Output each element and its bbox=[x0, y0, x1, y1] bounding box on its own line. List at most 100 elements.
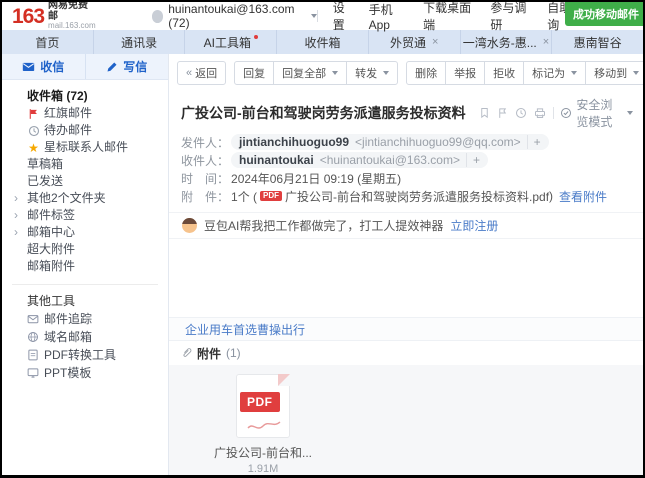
sidebar-item-mail-labels[interactable]: ›邮件标签 bbox=[2, 207, 168, 224]
receive-mail-icon bbox=[22, 60, 35, 73]
sidebar-item-sent[interactable]: 已发送 bbox=[2, 173, 168, 190]
sidebar-item-mail-center[interactable]: ›邮箱中心 bbox=[2, 224, 168, 241]
compose-row: 收信 写信 bbox=[2, 54, 168, 80]
ppt-template-icon bbox=[27, 367, 39, 379]
tab-mail-huinan[interactable]: 惠南智谷 bbox=[552, 30, 643, 54]
mail-app-window: 163 网易免费邮 mail.163.com huinantoukai@163.… bbox=[0, 0, 645, 478]
printer-icon[interactable] bbox=[534, 107, 546, 119]
clock-icon[interactable] bbox=[515, 107, 527, 119]
sidebar-item-mail-attachments[interactable]: 邮箱附件 bbox=[2, 258, 168, 275]
reply-all-button[interactable]: 回复全部 bbox=[273, 61, 347, 85]
account-menu[interactable]: huinantoukai@163.com (72) bbox=[152, 2, 317, 30]
header-divider bbox=[317, 10, 318, 22]
chevron-down-icon bbox=[383, 71, 389, 75]
netease-logo[interactable]: 163 网易免费邮 mail.163.com bbox=[12, 1, 96, 30]
other-tools-title: 其他工具 bbox=[2, 293, 168, 310]
nav-mobile-app[interactable]: 手机App bbox=[369, 1, 409, 32]
red-flag-icon bbox=[27, 107, 40, 120]
safe-browsing-mode[interactable]: 安全浏览模式 bbox=[560, 96, 633, 130]
sidebar-item-domain-mail[interactable]: 域名邮箱 bbox=[2, 328, 168, 346]
reply-button[interactable]: 回复 bbox=[234, 61, 274, 85]
mark-as-button[interactable]: 标记为 bbox=[523, 61, 586, 85]
pdf-badge: PDF bbox=[240, 392, 280, 412]
attachments-header: 附件 (1) bbox=[169, 340, 643, 365]
flag-icon[interactable] bbox=[497, 107, 508, 119]
sidebar-item-red-flag-mail[interactable]: 红旗邮件 bbox=[2, 105, 168, 122]
tab-ai-toolbox[interactable]: AI工具箱 bbox=[185, 30, 277, 54]
delete-button[interactable]: 删除 bbox=[406, 61, 446, 85]
logo-163: 163 bbox=[12, 6, 44, 27]
from-contact-chip[interactable]: jintianchihuoguo99 <jintianchihuoguo99@q… bbox=[231, 134, 549, 150]
sidebar-item-todo-mail[interactable]: 待办邮件 bbox=[2, 122, 168, 139]
pdf-thumbnail[interactable]: PDF bbox=[236, 374, 290, 438]
attachment-file-name-inline: 广投公司-前台和驾驶岗劳务派遣服务投标资料.pdf bbox=[285, 188, 549, 205]
sidebar-item-large-attachments[interactable]: 超大附件 bbox=[2, 241, 168, 258]
sidebar-item-pdf-converter[interactable]: PDF转换工具 bbox=[2, 346, 168, 364]
tab-inbox[interactable]: 收件箱 bbox=[277, 30, 369, 54]
subject-row: 广投公司-前台和驾驶岗劳务派遣服务投标资料 安全浏览模式 bbox=[169, 91, 643, 133]
forward-button[interactable]: 转发 bbox=[346, 61, 398, 85]
pdf-mini-badge: PDF bbox=[260, 191, 282, 202]
actions-button-group: 删除 举报 拒收 标记为 移动到 bbox=[406, 61, 645, 85]
double-chevron-left-icon: « bbox=[186, 67, 192, 79]
sidebar-divider bbox=[12, 284, 158, 285]
view-attachment-link[interactable]: 查看附件 bbox=[559, 188, 607, 205]
chevron-right-icon: › bbox=[14, 207, 18, 224]
add-contact-button[interactable]: + bbox=[466, 153, 480, 167]
tab-home[interactable]: 首页 bbox=[2, 30, 94, 54]
subject-action-icons bbox=[479, 107, 546, 119]
report-button[interactable]: 举报 bbox=[445, 61, 485, 85]
attachments-area: PDF 广投公司-前台和... 1.91M bbox=[169, 365, 643, 475]
back-button-group: «返回 bbox=[177, 61, 226, 85]
sidebar-item-ppt-templates[interactable]: PPT模板 bbox=[2, 364, 168, 382]
nav-desktop-download[interactable]: 下载桌面端 bbox=[423, 0, 475, 33]
attachment-file-name: 广投公司-前台和... bbox=[207, 444, 319, 461]
top-header: 163 网易免费邮 mail.163.com huinantoukai@163.… bbox=[2, 2, 643, 30]
write-mail-button[interactable]: 写信 bbox=[86, 54, 169, 79]
new-badge-dot bbox=[254, 35, 258, 39]
mail-tracking-icon bbox=[27, 313, 39, 325]
bookmark-icon[interactable] bbox=[479, 107, 490, 119]
banner-text: 豆包AI帮我把工作都做完了，打工人提效神器 bbox=[204, 217, 443, 234]
receive-mail-button[interactable]: 收信 bbox=[2, 54, 86, 79]
move-to-button[interactable]: 移动到 bbox=[585, 61, 645, 85]
tab-contacts[interactable]: 通讯录 bbox=[94, 30, 186, 54]
back-button[interactable]: «返回 bbox=[177, 61, 226, 85]
sidebar-item-mail-tracking[interactable]: 邮件追踪 bbox=[2, 310, 168, 328]
doubao-ai-banner: 豆包AI帮我把工作都做完了，打工人提效神器 立即注册 bbox=[169, 212, 643, 239]
tab-mail-yiwan[interactable]: 一湾水务-惠...× bbox=[461, 30, 553, 54]
attachment-file-size: 1.91M bbox=[207, 463, 319, 475]
chevron-down-icon bbox=[571, 71, 577, 75]
success-toast: 成功移动邮件 bbox=[565, 2, 643, 26]
nav-settings[interactable]: 设置 bbox=[333, 0, 354, 33]
attachment-card[interactable]: PDF 广投公司-前台和... 1.91M bbox=[207, 374, 319, 475]
logo-text-stack: 网易免费邮 mail.163.com bbox=[48, 1, 96, 30]
body-link-row: 企业用车首选曹操出行 bbox=[169, 317, 643, 340]
to-row: 收件人： huinantoukai <huinantoukai@163.com>… bbox=[181, 151, 643, 169]
doubao-avatar-icon bbox=[182, 218, 197, 233]
to-contact-chip[interactable]: huinantoukai <huinantoukai@163.com> + bbox=[231, 152, 488, 168]
sidebar-item-drafts[interactable]: 草稿箱 bbox=[2, 156, 168, 173]
pdf-document-icon bbox=[27, 349, 39, 361]
chevron-right-icon: › bbox=[14, 190, 18, 207]
sidebar-item-inbox[interactable]: 收件箱 (72) bbox=[2, 88, 168, 105]
sidebar-item-other-folders[interactable]: ›其他2个文件夹 bbox=[2, 190, 168, 207]
reject-button[interactable]: 拒收 bbox=[484, 61, 524, 85]
shield-circle-icon bbox=[560, 107, 572, 119]
account-email: huinantoukai@163.com (72) bbox=[168, 2, 303, 30]
attachment-summary-row: 附 件： 1个 ( PDF 广投公司-前台和驾驶岗劳务派遣服务投标资料.pdf … bbox=[181, 187, 643, 205]
register-now-link[interactable]: 立即注册 bbox=[450, 217, 498, 234]
add-contact-button[interactable]: + bbox=[527, 135, 541, 149]
mail-meta: 发件人： jintianchihuoguo99 <jintianchihuogu… bbox=[169, 133, 643, 205]
from-row: 发件人： jintianchihuoguo99 <jintianchihuogu… bbox=[181, 133, 643, 151]
chevron-down-icon bbox=[633, 71, 639, 75]
chevron-down-icon bbox=[627, 111, 633, 115]
signature-squiggle bbox=[246, 420, 282, 432]
caocao-travel-link[interactable]: 企业用车首选曹操出行 bbox=[185, 321, 305, 338]
close-tab-icon[interactable]: × bbox=[432, 37, 438, 48]
tab-foreign-trade[interactable]: 外贸通× bbox=[369, 30, 461, 54]
subject-divider bbox=[553, 107, 554, 119]
nav-survey[interactable]: 参与调研 bbox=[490, 0, 532, 33]
sidebar-item-starred-contacts-mail[interactable]: ★ 星标联系人邮件 bbox=[2, 139, 168, 156]
close-tab-icon[interactable]: × bbox=[543, 37, 549, 48]
